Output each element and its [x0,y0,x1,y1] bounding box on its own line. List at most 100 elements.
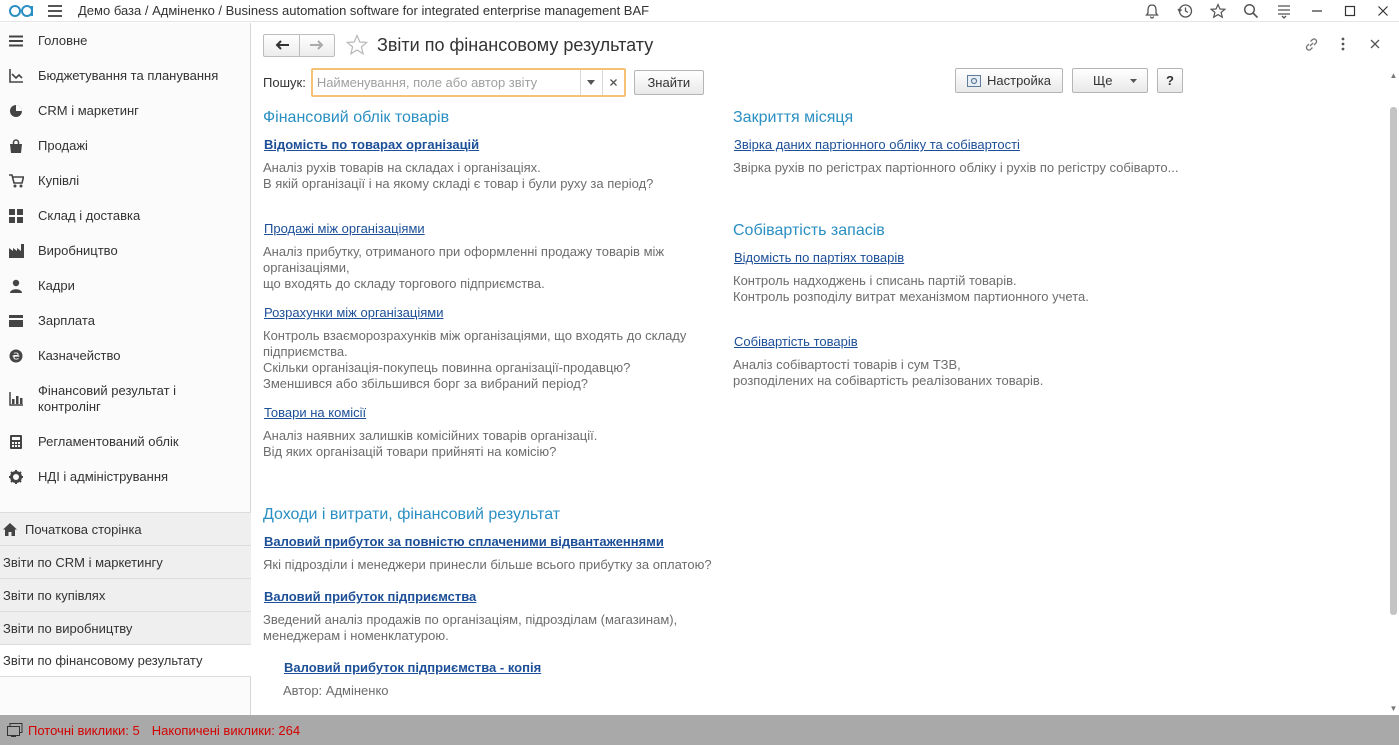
forward-button[interactable] [299,34,334,56]
search-icon[interactable] [1234,0,1267,22]
report-desc: Звірка рухів по регістрах партіонного об… [733,160,1179,176]
grid-icon [8,208,24,224]
favorites-star-icon[interactable] [1201,0,1234,22]
history-icon[interactable] [1168,0,1201,22]
bell-icon[interactable] [1135,0,1168,22]
more-actions-icon[interactable] [1331,33,1355,55]
open-window-production-reports[interactable]: Звіти по виробництву [0,611,251,644]
monitor-icon[interactable] [6,721,24,739]
report-desc-line: що входять до складу торгового підприємс… [263,276,545,291]
sidebar-item-label: Продажі [38,137,88,153]
maximize-icon[interactable] [1333,0,1366,22]
chevron-down-icon [1130,78,1137,83]
wallet-icon [8,313,24,329]
minimize-icon[interactable] [1300,0,1333,22]
help-button[interactable]: ? [1157,68,1183,93]
sidebar-item-crm[interactable]: CRM і маркетинг [0,93,250,128]
report-link-consignment-goods[interactable]: Товари на комісії [264,405,366,420]
sidebar-item-sales[interactable]: Продажі [0,128,250,163]
shopping-bag-icon [8,138,24,154]
more-button[interactable]: Ще [1072,68,1148,93]
report-desc-line: Аналіз прибутку, отриманого при оформлен… [263,244,665,259]
search-input[interactable] [312,70,580,95]
report-desc: Аналіз собівартості товарів і сум ТЗВ, р… [733,357,1043,389]
reports-panel: Звіти по фінансовому результату Пошук: З… [251,23,1399,715]
sidebar-item-admin[interactable]: НДІ і адміністрування [0,459,250,494]
report-author: Автор: Адміненко [283,683,389,698]
report-link-batch-reconciliation[interactable]: Звірка даних партіонного обліку та собів… [734,137,1020,152]
report-desc: Зведений аналіз продажів по організаціям… [263,612,677,644]
close-icon[interactable] [1366,0,1399,22]
sidebar-item-label: Головне [38,33,88,48]
report-desc-line: менеджерам і номенклатурою. [263,628,449,643]
open-window-purchases-reports[interactable]: Звіти по купівлях [0,578,251,611]
status-bar: Поточні виклики: 5 Накопичені виклики: 2… [0,715,1399,745]
find-button[interactable]: Знайти [633,70,704,95]
report-desc-line: Скільки організація-покупець повинна орг… [263,360,631,375]
scroll-down-icon[interactable]: ▼ [1388,703,1399,714]
link-icon[interactable] [1299,33,1323,55]
settings-button[interactable]: Настройка [955,68,1063,93]
window-title: Демо база / Адміненко / Business automat… [78,3,650,18]
settings-icon [967,74,981,87]
scroll-up-icon[interactable]: ▲ [1388,70,1399,81]
report-desc-line: Зменшився або збільшився борг за вибрани… [263,376,589,391]
app-logo-icon[interactable] [6,2,40,20]
report-link-intercompany-settlements[interactable]: Розрахунки між організаціями [264,305,443,320]
sidebar-item-main[interactable]: Головне [0,23,250,59]
history-nav [263,33,335,57]
sidebar-item-label: Казначейство [38,347,121,363]
chart-line-icon [8,68,24,84]
vertical-scrollbar[interactable]: ▲ ▼ [1388,70,1399,714]
sidebar-item-fin-result[interactable]: Фінансовий результат і контролінг [0,373,250,424]
report-desc: Аналіз наявних залишків комісійних товар… [263,428,597,460]
report-link-gross-profit-paid[interactable]: Валовий прибуток за повністю сплаченими … [264,534,664,549]
settings-menu-icon[interactable] [1267,0,1300,22]
sidebar-item-purchases[interactable]: Купівлі [0,163,250,198]
report-link-goods-cost[interactable]: Собівартість товарів [734,334,858,349]
sidebar-item-treasury[interactable]: ₴ Казначейство [0,338,250,373]
back-button[interactable] [264,35,299,56]
sidebar-item-label: НДІ і адміністрування [38,468,169,484]
menu-icon [8,33,24,49]
accumulated-calls-count: Накопичені виклики: 264 [151,722,301,738]
search-dropdown-icon[interactable] [579,70,602,95]
section-title-inventory-cost: Собівартість запасів [733,222,885,239]
report-link-batch-statement[interactable]: Відомість по партіях товарів [734,250,904,265]
settings-button-label: Настройка [987,73,1051,88]
report-link-gross-profit[interactable]: Валовий прибуток підприємства [264,589,476,604]
open-window-home[interactable]: Початкова сторінка [0,512,251,545]
search-clear-icon[interactable] [601,70,624,95]
sidebar-item-salary[interactable]: Зарплата [0,303,250,338]
current-calls-count: Поточні виклики: 5 [28,722,140,738]
open-window-crm-reports[interactable]: Звіти по CRM і маркетингу [0,545,251,578]
report-desc-line: Звірка рухів по регістрах партіонного об… [733,160,1179,175]
report-desc: Аналіз прибутку, отриманого при оформлен… [263,244,664,292]
open-window-label: Звіти по CRM і маркетингу [3,554,163,570]
sidebar-item-label: Фінансовий результат і контролінг [38,382,177,414]
calculator-icon [8,434,24,450]
coin-icon: ₴ [8,348,24,364]
sidebar-item-hr[interactable]: Кадри [0,268,250,303]
sidebar-item-warehouse[interactable]: Склад і доставка [0,198,250,233]
open-window-label: Звіти по фінансовому результату [3,653,203,668]
sidebar-item-regulated[interactable]: Регламентований облік [0,424,250,459]
scrollbar-thumb[interactable] [1390,107,1397,615]
report-desc-line: Аналіз рухів товарів на складах і органі… [263,160,541,175]
report-desc-line: Контроль розподілу витрат механізмом пар… [733,289,1089,304]
report-link-gross-profit-copy[interactable]: Валовий прибуток підприємства - копія [284,660,541,675]
report-desc: Які підрозділи і менеджери принесли біль… [263,557,712,573]
search-field [310,68,626,97]
sidebar-item-label: Зарплата [38,312,95,328]
close-tab-icon[interactable] [1363,33,1387,55]
section-title-income-expenses: Доходи і витрати, фінансовий результат [263,506,561,523]
sidebar-item-budgeting[interactable]: Бюджетування та планування [0,59,250,93]
section-title-month-close: Закриття місяця [733,109,854,126]
open-window-fin-result-reports[interactable]: Звіти по фінансовому результату [0,644,251,677]
sidebar-item-production[interactable]: Виробництво [0,233,250,268]
more-button-label: Ще [1093,73,1113,88]
report-link-goods-statement[interactable]: Відомість по товарах організацій [264,137,479,152]
add-to-favorites-star-icon[interactable] [345,33,369,57]
report-link-intercompany-sales[interactable]: Продажі між організаціями [264,221,425,236]
main-menu-icon[interactable] [46,2,64,20]
